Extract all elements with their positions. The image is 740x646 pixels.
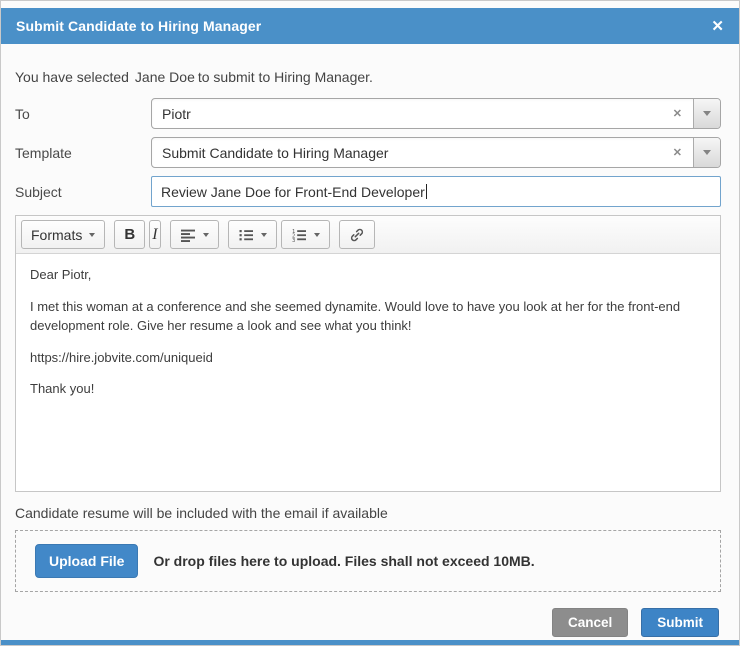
chevron-down-icon xyxy=(260,232,267,237)
editor-toolbar: Formats B I 123 xyxy=(16,216,720,254)
subject-field-row: Subject Review Jane Doe for Front-End De… xyxy=(15,176,721,207)
chevron-down-icon xyxy=(703,150,711,155)
modal-title: Submit Candidate to Hiring Manager xyxy=(16,18,262,34)
italic-button[interactable]: I xyxy=(149,220,161,249)
submit-candidate-modal: Submit Candidate to Hiring Manager ✕ You… xyxy=(0,0,740,646)
subject-input[interactable]: Review Jane Doe for Front-End Developer xyxy=(151,176,721,207)
email-body-editor[interactable]: Dear Piotr, I met this woman at a confer… xyxy=(16,254,720,491)
bold-button[interactable]: B xyxy=(114,220,146,249)
chevron-down-icon xyxy=(202,232,209,237)
svg-text:3: 3 xyxy=(292,238,295,243)
chevron-down-icon xyxy=(313,232,320,237)
to-value: Piotr xyxy=(162,105,191,122)
to-field-row: To Piotr ✕ xyxy=(15,98,721,129)
rich-text-editor: Formats B I 123 Dear Piotr, I met this w… xyxy=(15,215,721,492)
template-value: Submit Candidate to Hiring Manager xyxy=(162,144,389,161)
template-combobox[interactable]: Submit Candidate to Hiring Manager ✕ xyxy=(151,137,721,168)
resume-note: Candidate resume will be included with t… xyxy=(15,505,388,521)
modal-header: Submit Candidate to Hiring Manager ✕ xyxy=(1,8,739,44)
to-combobox[interactable]: Piotr ✕ xyxy=(151,98,721,129)
template-clear-icon[interactable]: ✕ xyxy=(662,138,693,167)
email-paragraph: https://hire.jobvite.com/uniqueid xyxy=(30,349,213,365)
selection-summary-suffix: to submit to Hiring Manager. xyxy=(197,69,373,85)
subject-value: Review Jane Doe for Front-End Developer xyxy=(161,183,425,200)
candidate-name: Jane Doe xyxy=(134,69,195,85)
close-icon[interactable]: ✕ xyxy=(711,19,724,34)
modal-footer: Cancel Submit xyxy=(15,608,721,637)
align-dropdown-button[interactable] xyxy=(169,220,219,249)
numbered-list-dropdown-button[interactable]: 123 xyxy=(280,220,330,249)
file-dropzone[interactable]: Upload File Or drop files here to upload… xyxy=(15,530,721,592)
chevron-down-icon xyxy=(703,111,711,116)
template-dropdown-button[interactable] xyxy=(693,138,720,167)
upload-hint: Or drop files here to upload. Files shal… xyxy=(153,553,535,569)
insert-link-button[interactable] xyxy=(338,220,375,249)
modal-body: You have selected Jane Doe to submit to Hi… xyxy=(1,69,739,637)
email-paragraph: Dear Piotr, xyxy=(30,267,92,282)
cancel-button[interactable]: Cancel xyxy=(551,608,629,637)
selection-summary-prefix: You have selected xyxy=(15,69,129,85)
selection-summary: You have selected Jane Doe to submit to Hi… xyxy=(15,69,721,85)
upload-file-button[interactable]: Upload File xyxy=(35,544,139,578)
email-paragraph: Thank you! xyxy=(30,381,95,397)
link-icon xyxy=(350,228,363,241)
bullet-list-dropdown-button[interactable] xyxy=(227,220,277,249)
page-bottom-accent-bar xyxy=(1,640,739,645)
to-label: To xyxy=(15,105,30,122)
bullet-list-icon xyxy=(239,229,253,240)
template-label: Template xyxy=(15,144,72,161)
subject-label: Subject xyxy=(15,183,62,200)
align-left-icon xyxy=(180,229,195,242)
numbered-list-icon: 123 xyxy=(292,229,306,243)
template-field-row: Template Submit Candidate to Hiring Mana… xyxy=(15,137,721,168)
text-cursor xyxy=(425,184,427,199)
submit-button[interactable]: Submit xyxy=(641,608,719,637)
to-clear-icon[interactable]: ✕ xyxy=(662,99,693,128)
chevron-down-icon xyxy=(89,232,96,237)
to-dropdown-button[interactable] xyxy=(693,99,720,128)
formats-dropdown-button[interactable]: Formats xyxy=(21,220,106,249)
email-paragraph: I met this woman at a conference and she… xyxy=(30,298,681,333)
formats-label: Formats xyxy=(31,226,83,243)
